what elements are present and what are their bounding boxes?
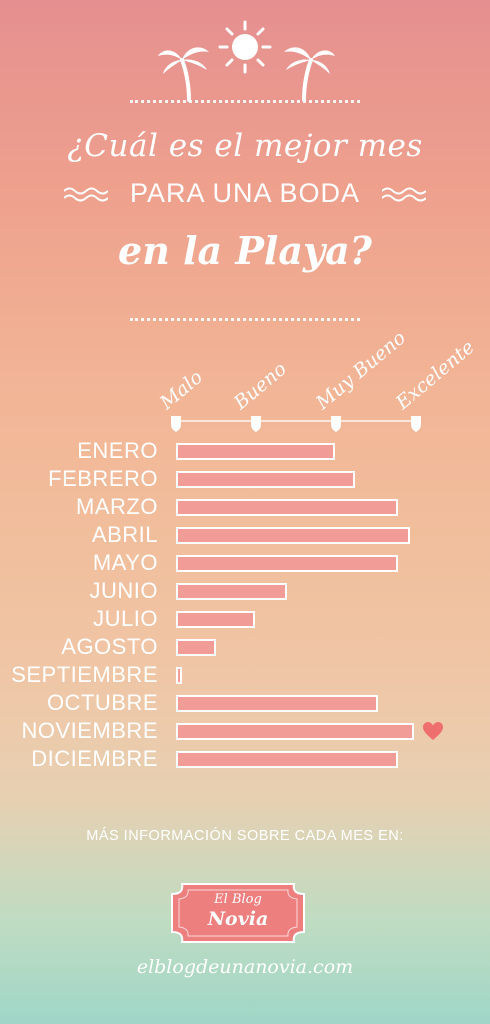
month-label-junio: JUNIO xyxy=(89,578,158,603)
month-label-agosto: AGOSTO xyxy=(61,634,158,659)
bar-febrero xyxy=(176,471,355,488)
bar-enero xyxy=(176,443,335,460)
more-info-text: MÁS INFORMACIÓN SOBRE CADA MES EN: xyxy=(86,828,404,844)
bar-noviembre xyxy=(176,723,414,740)
title-line-1: ¿Cuál es el mejor mes xyxy=(67,128,423,164)
sun-icon xyxy=(218,20,272,74)
website-link[interactable]: elblogdeunanovia.com xyxy=(0,956,490,978)
scale-marker xyxy=(411,416,421,432)
month-label-noviembre: NOVIEMBRE xyxy=(21,718,158,743)
scale-marker xyxy=(171,416,181,432)
bar-junio xyxy=(176,583,288,600)
month-label-octubre: OCTUBRE xyxy=(46,690,158,715)
dotted-divider xyxy=(130,100,360,103)
bar-septiembre xyxy=(176,667,183,684)
infographic: ¿Cuál es el mejor mes PARA UNA BODA en l… xyxy=(0,0,490,1024)
bar-octubre xyxy=(176,695,379,712)
bar-diciembre xyxy=(176,751,399,768)
bar-julio xyxy=(176,611,256,628)
scale-marker xyxy=(251,416,261,432)
dotted-divider xyxy=(130,318,360,321)
logo-text-large: Novia xyxy=(207,908,269,930)
month-label-septiembre: SEPTIEMBRE xyxy=(11,662,158,687)
palm-tree-icon xyxy=(284,47,335,102)
heart-icon xyxy=(423,722,443,740)
blog-logo[interactable]: El Blog Novia xyxy=(168,880,308,946)
scale-label-bueno: Bueno xyxy=(229,357,291,414)
scale-marker xyxy=(331,416,341,432)
scale-label-malo: Malo xyxy=(155,366,208,414)
month-label-enero: ENERO xyxy=(77,438,158,463)
month-label-febrero: FEBRERO xyxy=(48,466,158,491)
logo-text-small: El Blog xyxy=(214,892,262,907)
wave-icon xyxy=(382,187,426,202)
title-line-3: en la Playa? xyxy=(118,228,372,273)
month-label-julio: JULIO xyxy=(93,606,158,631)
month-label-marzo: MARZO xyxy=(76,494,158,519)
bar-marzo xyxy=(176,499,399,516)
bar-abril xyxy=(176,527,411,544)
bar-mayo xyxy=(176,555,399,572)
month-label-diciembre: DICIEMBRE xyxy=(31,746,158,771)
bar-agosto xyxy=(176,639,216,656)
month-label-abril: ABRIL xyxy=(91,522,158,547)
palm-tree-icon xyxy=(158,47,209,102)
month-label-mayo: MAYO xyxy=(92,550,158,575)
scale-axis xyxy=(171,416,421,432)
